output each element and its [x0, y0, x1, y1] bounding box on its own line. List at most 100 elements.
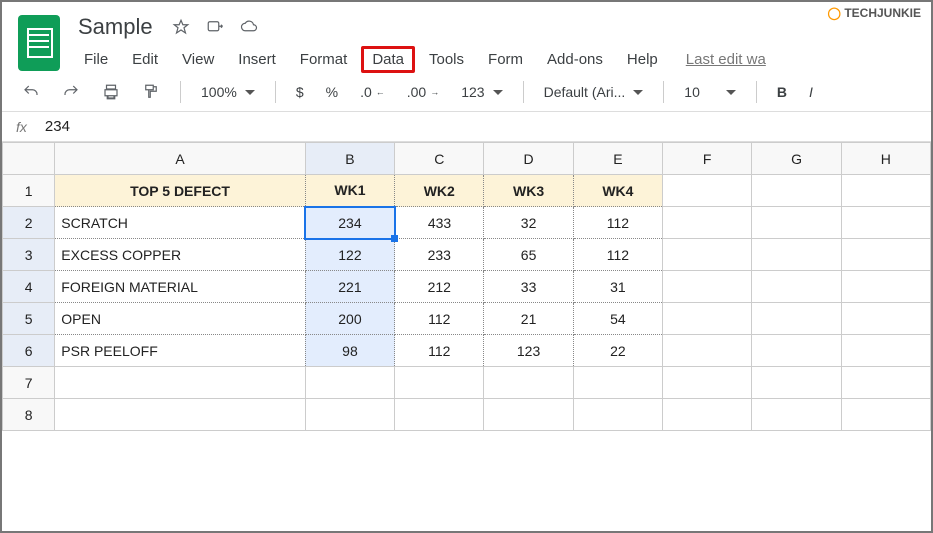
- cell-a5[interactable]: OPEN: [55, 303, 306, 335]
- decrease-decimal-button[interactable]: .0←: [354, 80, 391, 104]
- cell-g7[interactable]: [752, 367, 841, 399]
- sheets-app-icon[interactable]: [18, 15, 60, 71]
- cell-b8[interactable]: [305, 399, 394, 431]
- col-header-e[interactable]: E: [573, 143, 662, 175]
- redo-button[interactable]: [56, 79, 86, 105]
- cell-d6[interactable]: 123: [484, 335, 573, 367]
- cell-c6[interactable]: 112: [395, 335, 484, 367]
- col-header-b[interactable]: B: [305, 143, 394, 175]
- cell-f8[interactable]: [663, 399, 752, 431]
- cell-h6[interactable]: [841, 335, 930, 367]
- menu-format[interactable]: Format: [290, 47, 358, 72]
- cell-c4[interactable]: 212: [395, 271, 484, 303]
- col-header-d[interactable]: D: [484, 143, 573, 175]
- cell-c2[interactable]: 433: [395, 207, 484, 239]
- cell-f6[interactable]: [663, 335, 752, 367]
- cell-d1[interactable]: WK3: [484, 175, 573, 207]
- row-header-7[interactable]: 7: [3, 367, 55, 399]
- col-header-c[interactable]: C: [395, 143, 484, 175]
- cell-g8[interactable]: [752, 399, 841, 431]
- star-icon[interactable]: [171, 17, 191, 37]
- cell-h2[interactable]: [841, 207, 930, 239]
- cell-b4[interactable]: 221: [305, 271, 394, 303]
- cell-c7[interactable]: [395, 367, 484, 399]
- menu-help[interactable]: Help: [617, 47, 668, 72]
- cell-a2[interactable]: SCRATCH: [55, 207, 306, 239]
- undo-button[interactable]: [16, 79, 46, 105]
- cell-a1[interactable]: TOP 5 DEFECT: [55, 175, 306, 207]
- cell-f7[interactable]: [663, 367, 752, 399]
- row-header-6[interactable]: 6: [3, 335, 55, 367]
- cell-g5[interactable]: [752, 303, 841, 335]
- menu-edit[interactable]: Edit: [122, 47, 168, 72]
- col-header-g[interactable]: G: [752, 143, 841, 175]
- cell-f1[interactable]: [663, 175, 752, 207]
- menu-view[interactable]: View: [172, 47, 224, 72]
- formula-input[interactable]: [45, 118, 917, 135]
- cell-d7[interactable]: [484, 367, 573, 399]
- col-header-f[interactable]: F: [663, 143, 752, 175]
- cell-f4[interactable]: [663, 271, 752, 303]
- move-icon[interactable]: [205, 17, 225, 37]
- menu-form[interactable]: Form: [478, 47, 533, 72]
- cell-b1[interactable]: WK1: [305, 175, 394, 207]
- cell-h8[interactable]: [841, 399, 930, 431]
- row-header-4[interactable]: 4: [3, 271, 55, 303]
- print-button[interactable]: [96, 79, 126, 105]
- row-header-1[interactable]: 1: [3, 175, 55, 207]
- cell-g4[interactable]: [752, 271, 841, 303]
- cell-e3[interactable]: 112: [573, 239, 662, 271]
- currency-button[interactable]: $: [290, 80, 310, 104]
- cell-g3[interactable]: [752, 239, 841, 271]
- row-header-5[interactable]: 5: [3, 303, 55, 335]
- menu-tools[interactable]: Tools: [419, 47, 474, 72]
- cell-d8[interactable]: [484, 399, 573, 431]
- cell-a4[interactable]: FOREIGN MATERIAL: [55, 271, 306, 303]
- row-header-3[interactable]: 3: [3, 239, 55, 271]
- cell-f2[interactable]: [663, 207, 752, 239]
- cell-h5[interactable]: [841, 303, 930, 335]
- cell-h4[interactable]: [841, 271, 930, 303]
- select-all-corner[interactable]: [3, 143, 55, 175]
- spreadsheet-grid[interactable]: A B C D E F G H 1 TOP 5 DEFECT WK1 WK2 W…: [2, 142, 931, 431]
- cell-d4[interactable]: 33: [484, 271, 573, 303]
- font-dropdown[interactable]: Default (Ari...: [538, 80, 650, 104]
- col-header-a[interactable]: A: [55, 143, 306, 175]
- cell-c5[interactable]: 112: [395, 303, 484, 335]
- cell-h7[interactable]: [841, 367, 930, 399]
- paint-format-button[interactable]: [136, 79, 166, 105]
- cell-b2[interactable]: 234: [305, 207, 394, 239]
- menu-addons[interactable]: Add-ons: [537, 47, 613, 72]
- cell-h1[interactable]: [841, 175, 930, 207]
- italic-button[interactable]: I: [803, 80, 819, 104]
- cell-b7[interactable]: [305, 367, 394, 399]
- cell-d3[interactable]: 65: [484, 239, 573, 271]
- cell-e5[interactable]: 54: [573, 303, 662, 335]
- cell-e8[interactable]: [573, 399, 662, 431]
- cell-a8[interactable]: [55, 399, 306, 431]
- cell-g1[interactable]: [752, 175, 841, 207]
- row-header-8[interactable]: 8: [3, 399, 55, 431]
- cell-c8[interactable]: [395, 399, 484, 431]
- cell-e6[interactable]: 22: [573, 335, 662, 367]
- cell-e7[interactable]: [573, 367, 662, 399]
- cell-b3[interactable]: 122: [305, 239, 394, 271]
- cell-f3[interactable]: [663, 239, 752, 271]
- last-edit-link[interactable]: Last edit wa: [686, 51, 766, 68]
- cell-a6[interactable]: PSR PEELOFF: [55, 335, 306, 367]
- menu-insert[interactable]: Insert: [228, 47, 286, 72]
- document-name[interactable]: Sample: [74, 12, 157, 42]
- cloud-status-icon[interactable]: [239, 17, 259, 37]
- cell-g6[interactable]: [752, 335, 841, 367]
- cell-e4[interactable]: 31: [573, 271, 662, 303]
- cell-d2[interactable]: 32: [484, 207, 573, 239]
- font-size-dropdown[interactable]: 10: [678, 80, 742, 104]
- row-header-2[interactable]: 2: [3, 207, 55, 239]
- cell-d5[interactable]: 21: [484, 303, 573, 335]
- percent-button[interactable]: %: [320, 80, 344, 104]
- col-header-h[interactable]: H: [841, 143, 930, 175]
- cell-e2[interactable]: 112: [573, 207, 662, 239]
- cell-a3[interactable]: EXCESS COPPER: [55, 239, 306, 271]
- increase-decimal-button[interactable]: .00→: [401, 80, 445, 104]
- number-format-dropdown[interactable]: 123: [455, 80, 508, 104]
